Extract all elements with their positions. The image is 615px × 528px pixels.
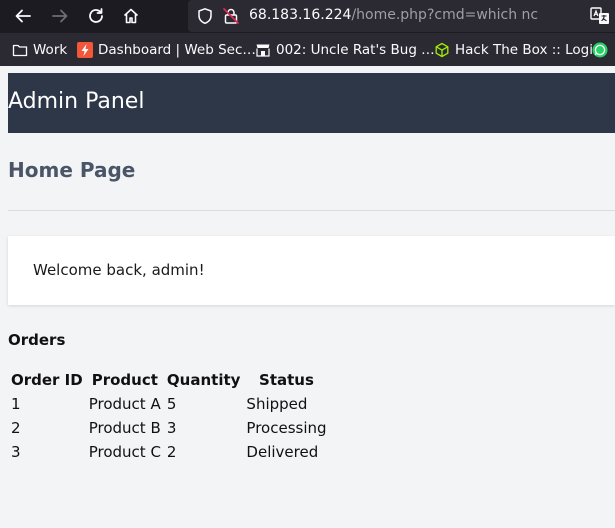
status-cell: Processing [246, 419, 327, 437]
quantity-cell: 2 [166, 443, 177, 461]
order-id-cell: 2 [11, 419, 21, 437]
home-button[interactable] [118, 4, 144, 28]
insecure-lock-icon[interactable] [222, 7, 240, 25]
cube-icon [435, 42, 449, 58]
bookmark-label: 002: Uncle Rat's Bug … [276, 42, 435, 58]
bookmark-work[interactable]: Work [12, 41, 67, 59]
url-path: /home.php?cmd=which nc [351, 7, 539, 23]
forward-button[interactable] [47, 4, 73, 28]
column-header-product: Product [91, 371, 158, 389]
reload-icon [89, 8, 103, 23]
whatsapp-icon [592, 42, 608, 58]
status-cell: Delivered [246, 443, 319, 461]
quantity-cell: 3 [166, 419, 177, 437]
table-row: 3 Product C 2 Delivered [8, 440, 330, 464]
bookmark-whatsapp[interactable] [592, 41, 613, 59]
order-id-cell: 1 [11, 395, 21, 413]
translate-icon[interactable] [590, 6, 610, 26]
welcome-card: Welcome back, admin! [8, 236, 615, 305]
quantity-cell: 5 [166, 395, 177, 413]
bookmark-label: Hack The Box :: Login [455, 42, 602, 58]
table-row: 1 Product A 5 Shipped [8, 392, 330, 416]
bookmark-dashboard[interactable]: Dashboard | Web Sec… [77, 41, 256, 59]
bookmarks-bar: Work Dashboard | Web Sec… 002: Uncle Rat… [0, 33, 615, 66]
lightning-icon [77, 42, 93, 58]
browser-toolbar: 68.183.16.224/home.php?cmd=which nc [0, 0, 615, 33]
divider [8, 210, 615, 211]
url-host: 68.183.16.224 [249, 7, 352, 23]
bookmark-hack-the-box[interactable]: Hack The Box :: Login [434, 41, 602, 59]
order-id-cell: 3 [11, 443, 21, 461]
shield-icon[interactable] [196, 7, 214, 25]
home-icon [123, 8, 139, 24]
url-bar[interactable]: 68.183.16.224/home.php?cmd=which nc [188, 0, 615, 32]
page-title: Home Page [8, 158, 136, 182]
app-title: Admin Panel [8, 89, 145, 114]
product-cell: Product B [88, 419, 161, 437]
arrow-right-icon [52, 9, 68, 23]
bookmark-uncle-rat[interactable]: 002: Uncle Rat's Bug … [255, 41, 435, 59]
column-header-status: Status [259, 371, 314, 389]
folder-icon [12, 44, 28, 57]
table-row: 2 Product B 3 Processing [8, 416, 330, 440]
url-text[interactable]: 68.183.16.224/home.php?cmd=which nc [249, 7, 538, 23]
orders-table: Order ID Product Quantity Status 1 Produ… [8, 368, 330, 464]
welcome-message: Welcome back, admin! [33, 261, 205, 279]
column-header-order-id: Order ID [11, 371, 83, 389]
column-header-quantity: Quantity [166, 371, 241, 389]
product-cell: Product C [88, 443, 161, 461]
arrow-left-icon [15, 9, 31, 23]
status-cell: Shipped [246, 395, 308, 413]
back-button[interactable] [10, 4, 36, 28]
orders-heading: Orders [8, 331, 66, 349]
storefront-icon [256, 44, 270, 57]
reload-button[interactable] [83, 4, 109, 28]
bookmark-label: Work [33, 42, 68, 58]
product-cell: Product A [88, 395, 161, 413]
table-header-row: Order ID Product Quantity Status [8, 368, 330, 392]
page-header: Admin Panel [8, 73, 615, 133]
bookmark-label: Dashboard | Web Sec… [98, 42, 256, 58]
